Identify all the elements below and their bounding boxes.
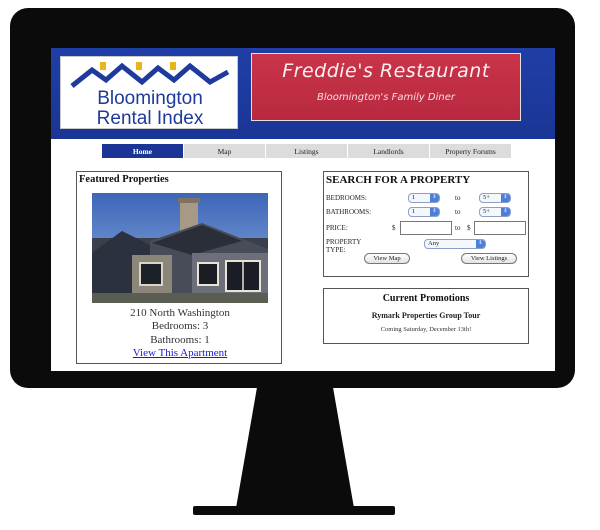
view-listings-button[interactable]: View Listings	[461, 253, 517, 264]
price-max-input[interactable]	[474, 221, 526, 235]
bathrooms-max-value: 5+	[483, 208, 490, 215]
logo-text-line2: Rental Index	[96, 108, 204, 129]
featured-title: Featured Properties	[79, 174, 169, 185]
property-type-select[interactable]: Any ⇕	[424, 239, 486, 249]
bedrooms-to-label: to	[455, 194, 461, 202]
current-promotions-panel: Current Promotions Rymark Properties Gro…	[323, 288, 529, 344]
price-label: PRICE:	[326, 224, 348, 232]
price-min-input[interactable]	[400, 221, 452, 235]
chevron-updown-icon: ⇕	[476, 240, 485, 248]
price-max-dollar: $	[467, 224, 471, 232]
ad-title: Freddie's Restaurant	[282, 60, 490, 82]
site-logo[interactable]: Bloomington Rental Index	[60, 56, 238, 129]
nav-property-forums[interactable]: Property Forums	[430, 144, 512, 158]
bathrooms-to-label: to	[455, 208, 461, 216]
chevron-updown-icon: ⇕	[501, 194, 510, 202]
property-search-panel: SEARCH FOR A PROPERTY BEDROOMS: 1 ⇕ to 5+…	[323, 171, 529, 277]
view-map-button[interactable]: View Map	[364, 253, 410, 264]
bathrooms-min-value: 1	[412, 208, 416, 215]
property-bedrooms: Bedrooms: 3	[151, 320, 209, 332]
chevron-updown-icon: ⇕	[430, 194, 439, 202]
site-header: Bloomington Rental Index Freddie's Resta…	[51, 48, 555, 139]
promotion-name: Rymark Properties Group Tour	[371, 311, 481, 320]
price-min-dollar: $	[392, 224, 396, 232]
promotions-title: Current Promotions	[382, 293, 470, 304]
house-image	[92, 193, 268, 303]
search-title: SEARCH FOR A PROPERTY	[326, 174, 471, 186]
main-nav: Home Map Listings Landlords Property For…	[102, 144, 512, 158]
bathrooms-max-select[interactable]: 5+ ⇕	[479, 207, 511, 217]
restaurant-ad-banner[interactable]: Freddie's Restaurant Bloomington's Famil…	[251, 53, 521, 121]
property-bathrooms: Bathrooms: 1	[150, 334, 210, 346]
monitor-base	[193, 506, 395, 515]
monitor-stand	[236, 386, 354, 508]
promotion-date: Coming Saturday, December 13th!	[380, 326, 472, 333]
view-apartment-link[interactable]: View This Apartment	[77, 347, 283, 359]
monitor-frame: Bloomington Rental Index Freddie's Resta…	[10, 8, 575, 388]
bedrooms-label: BEDROOMS:	[326, 194, 367, 202]
price-to-label: to	[455, 224, 461, 232]
chevron-updown-icon: ⇕	[430, 208, 439, 216]
bedrooms-max-value: 5+	[483, 194, 490, 201]
property-photo[interactable]	[92, 193, 268, 303]
property-address: 210 North Washington	[130, 307, 230, 319]
bedrooms-min-select[interactable]: 1 ⇕	[408, 193, 440, 203]
featured-properties-panel: Featured Properties 210 North Washington…	[76, 171, 282, 364]
logo-text-line1: Bloomington	[97, 88, 203, 109]
nav-landlords[interactable]: Landlords	[348, 144, 430, 158]
rooftops-icon	[70, 62, 230, 88]
screen: Bloomington Rental Index Freddie's Resta…	[51, 48, 555, 371]
bathrooms-label: BATHROOMS:	[326, 208, 372, 216]
property-type-label-2: TYPE:	[326, 246, 346, 254]
property-type-label-1: PROPERTY	[326, 238, 362, 246]
chevron-updown-icon: ⇕	[501, 208, 510, 216]
nav-home[interactable]: Home	[102, 144, 184, 158]
bedrooms-min-value: 1	[412, 194, 416, 201]
bathrooms-min-select[interactable]: 1 ⇕	[408, 207, 440, 217]
ad-subtitle: Bloomington's Family Diner	[317, 92, 455, 103]
property-type-value: Any	[428, 240, 440, 247]
bedrooms-max-select[interactable]: 5+ ⇕	[479, 193, 511, 203]
nav-listings[interactable]: Listings	[266, 144, 348, 158]
nav-map[interactable]: Map	[184, 144, 266, 158]
